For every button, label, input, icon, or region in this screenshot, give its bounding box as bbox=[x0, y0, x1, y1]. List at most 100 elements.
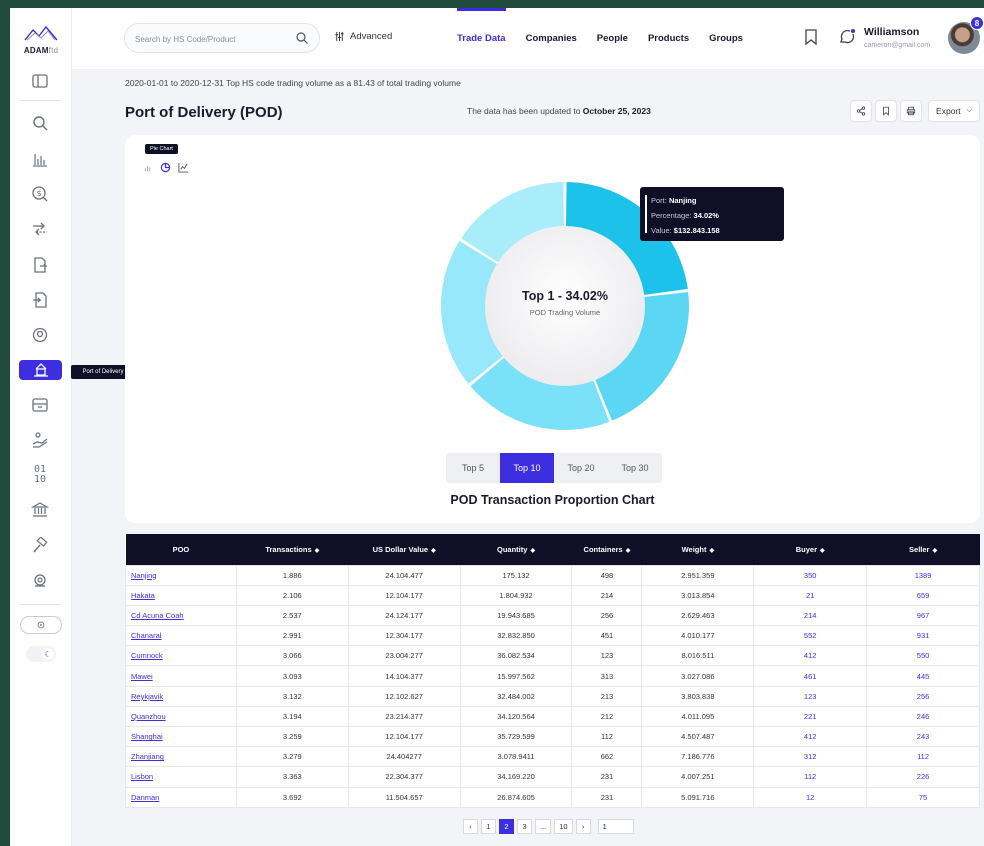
hammer-icon[interactable] bbox=[27, 535, 53, 557]
box-icon[interactable] bbox=[27, 394, 53, 416]
seller-count[interactable]: 243 bbox=[866, 725, 980, 748]
buyer-count[interactable]: 552 bbox=[753, 625, 868, 647]
seller-count[interactable]: 112 bbox=[866, 746, 980, 768]
sort-icon[interactable]: ◆ bbox=[820, 548, 825, 554]
sort-icon[interactable]: ◆ bbox=[315, 548, 320, 554]
port-link[interactable]: Chanaral bbox=[125, 625, 237, 647]
buyer-count[interactable]: 21 bbox=[753, 584, 868, 606]
port-link[interactable]: Shanghai bbox=[125, 725, 237, 748]
port-link[interactable]: Danman bbox=[125, 786, 237, 808]
port-link[interactable]: Nanjing bbox=[125, 564, 237, 586]
advanced-button[interactable]: Advanced bbox=[334, 31, 392, 42]
seller-count[interactable]: 226 bbox=[866, 766, 980, 788]
port-link[interactable]: Lisbon bbox=[125, 766, 237, 788]
tab-top-30[interactable]: Top 30 bbox=[608, 453, 662, 483]
tab-top-10[interactable]: Top 10 bbox=[500, 453, 554, 483]
bank-icon[interactable] bbox=[27, 499, 53, 521]
port-link[interactable]: Cumnock bbox=[125, 645, 237, 667]
buyer-count[interactable]: 412 bbox=[753, 645, 868, 667]
seller-count[interactable]: 659 bbox=[866, 584, 980, 606]
tab-top-20[interactable]: Top 20 bbox=[554, 453, 608, 483]
nav-trade-data[interactable]: Trade Data bbox=[457, 8, 506, 70]
topbar: Advanced Trade Data Companies People Pro… bbox=[72, 8, 984, 70]
search-box[interactable] bbox=[124, 23, 320, 53]
port-link[interactable]: Quanzhou bbox=[125, 705, 237, 728]
search-icon[interactable] bbox=[295, 31, 309, 45]
nav-companies[interactable]: Companies bbox=[526, 8, 577, 70]
sort-icon[interactable]: ◆ bbox=[431, 548, 436, 554]
page-3[interactable]: 3 bbox=[517, 819, 532, 834]
seller-count[interactable]: 75 bbox=[866, 786, 980, 808]
buyer-count[interactable]: 350 bbox=[753, 564, 868, 586]
sort-icon[interactable]: ◆ bbox=[709, 548, 714, 554]
page-10[interactable]: 10 bbox=[554, 819, 573, 834]
location-pin-icon[interactable] bbox=[27, 324, 53, 346]
port-link[interactable]: Mawei bbox=[125, 665, 237, 687]
port-delivery-icon[interactable] bbox=[19, 360, 62, 380]
target-pin-icon[interactable] bbox=[27, 570, 53, 592]
theme-toggle[interactable]: ☾ bbox=[26, 646, 56, 662]
nav-products[interactable]: Products bbox=[648, 8, 689, 70]
port-link[interactable]: Reykjavik bbox=[125, 685, 237, 707]
print-button[interactable] bbox=[900, 100, 922, 122]
buyer-count[interactable]: 461 bbox=[753, 665, 868, 687]
buyer-count[interactable]: 312 bbox=[753, 746, 868, 768]
page-2[interactable]: 2 bbox=[499, 819, 514, 834]
column-header-quantity[interactable]: Quantity ◆ bbox=[460, 534, 572, 565]
seller-count[interactable]: 1389 bbox=[866, 564, 980, 586]
port-link[interactable]: Hakata bbox=[125, 584, 237, 606]
sort-icon[interactable]: ◆ bbox=[626, 548, 631, 554]
line-chart-type-icon[interactable] bbox=[177, 161, 189, 173]
column-header-containers[interactable]: Containers ◆ bbox=[571, 534, 642, 565]
bookmark-icon[interactable] bbox=[802, 28, 820, 46]
bookmark-button[interactable] bbox=[875, 100, 897, 122]
panel-icon[interactable] bbox=[27, 70, 53, 92]
exchange-icon[interactable] bbox=[27, 218, 53, 240]
seller-count[interactable]: 931 bbox=[866, 625, 980, 647]
column-header-buyer[interactable]: Buyer ◆ bbox=[753, 534, 867, 565]
import-doc-icon[interactable] bbox=[27, 289, 53, 311]
chat-notification[interactable] bbox=[838, 28, 856, 46]
seller-count[interactable]: 550 bbox=[866, 645, 980, 667]
search-input[interactable] bbox=[135, 31, 285, 47]
port-link[interactable]: Cd Acuna Coah bbox=[125, 604, 237, 627]
bar-chart-type-icon[interactable] bbox=[141, 161, 153, 173]
buyer-count[interactable]: 112 bbox=[753, 766, 868, 788]
buyer-count[interactable]: 123 bbox=[753, 685, 868, 707]
table-row: Mawei 3.093 14.104.377 15.997.562 313 3.027.0… bbox=[125, 665, 980, 687]
buyer-count[interactable]: 12 bbox=[753, 786, 868, 808]
column-header-seller[interactable]: Seller ◆ bbox=[866, 534, 980, 565]
search-icon[interactable] bbox=[27, 112, 53, 134]
column-header-weight[interactable]: Weight ◆ bbox=[641, 534, 754, 565]
seller-count[interactable]: 445 bbox=[866, 665, 980, 687]
hand-coin-icon[interactable] bbox=[27, 429, 53, 451]
buyer-count[interactable]: 412 bbox=[753, 725, 868, 748]
prev-page-button[interactable]: ‹ bbox=[463, 819, 478, 834]
buyer-count[interactable]: 221 bbox=[753, 705, 868, 728]
bar-chart-icon[interactable] bbox=[27, 148, 53, 170]
next-page-button[interactable]: › bbox=[575, 819, 591, 834]
seller-count[interactable]: 967 bbox=[866, 604, 980, 627]
port-link[interactable]: Zhanjiang bbox=[125, 746, 237, 768]
column-header-transactions[interactable]: Transactions ◆ bbox=[236, 534, 349, 565]
nav-groups[interactable]: Groups bbox=[709, 8, 743, 70]
export-doc-icon[interactable] bbox=[27, 254, 53, 276]
pie-chart-type-icon[interactable] bbox=[159, 161, 171, 173]
donut-center bbox=[485, 226, 645, 386]
dollar-search-icon[interactable]: $ bbox=[27, 183, 53, 205]
settings-pill[interactable] bbox=[20, 616, 62, 634]
nav-people[interactable]: People bbox=[597, 8, 628, 70]
column-header-us-dollar-value[interactable]: US Dollar Value ◆ bbox=[348, 534, 461, 565]
buyer-count[interactable]: 214 bbox=[753, 604, 868, 627]
seller-count[interactable]: 246 bbox=[866, 705, 980, 728]
export-button[interactable]: Export ⌵ bbox=[928, 100, 980, 122]
logo[interactable]: ADAMftd bbox=[18, 22, 64, 62]
sort-icon[interactable]: ◆ bbox=[932, 548, 937, 554]
tab-top-5[interactable]: Top 5 bbox=[446, 453, 500, 483]
sort-icon[interactable]: ◆ bbox=[530, 548, 535, 554]
binary-icon[interactable]: 01 10 bbox=[27, 464, 53, 486]
page-1[interactable]: 1 bbox=[481, 819, 496, 834]
share-button[interactable] bbox=[850, 100, 872, 122]
goto-page-input[interactable]: 1 bbox=[597, 819, 634, 834]
seller-count[interactable]: 256 bbox=[866, 685, 980, 707]
